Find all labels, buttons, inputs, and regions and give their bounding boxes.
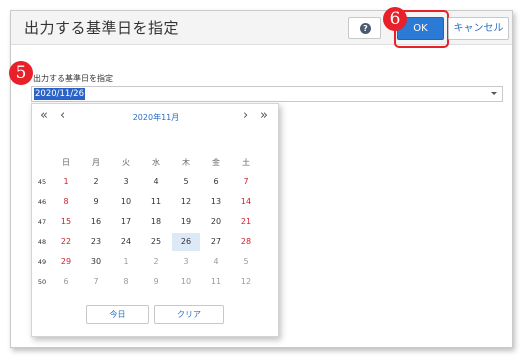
calendar-day[interactable]: 18	[142, 213, 170, 231]
dropdown-arrow-icon[interactable]	[491, 92, 497, 95]
calendar-day[interactable]: 19	[172, 213, 200, 231]
calendar-day[interactable]: 11	[142, 193, 170, 211]
calendar-popup: « ‹ 2020年11月 › » 日月火水木金土 45 1 2 3 4 5 6 7 46 8 9 10 1…	[31, 103, 279, 337]
calendar-day[interactable]: 30	[82, 253, 110, 271]
calendar-day[interactable]: 8	[52, 193, 80, 211]
step-badge-6: 6	[383, 7, 407, 31]
weekday-header: 木	[182, 158, 190, 167]
calendar-day[interactable]: 28	[232, 233, 260, 251]
calendar-day[interactable]: 20	[202, 213, 230, 231]
calendar-day[interactable]: 7	[232, 173, 260, 191]
weekday-header: 火	[122, 158, 130, 167]
calendar-day[interactable]: 29	[52, 253, 80, 271]
calendar-day[interactable]: 2	[82, 173, 110, 191]
week-number: 49	[37, 258, 47, 266]
next-year-icon[interactable]: »	[260, 108, 268, 124]
weekday-header: 金	[212, 158, 220, 167]
question-icon: ?	[360, 23, 371, 34]
dialog-header: 出力する基準日を指定 ? OK キャンセル 6	[11, 7, 512, 48]
calendar-day[interactable]: 27	[202, 233, 230, 251]
weekday-header: 月	[92, 158, 100, 167]
calendar-month-title: 2020年11月	[132, 113, 180, 122]
date-field-label: 出力する基準日を指定	[33, 74, 113, 83]
next-month-icon[interactable]: ›	[243, 108, 248, 124]
calendar-day[interactable]: 13	[202, 193, 230, 211]
calendar-day[interactable]: 21	[232, 213, 260, 231]
calendar-day-outside[interactable]: 4	[202, 253, 230, 271]
calendar-day-outside[interactable]: 5	[232, 253, 260, 271]
calendar-day[interactable]: 16	[82, 213, 110, 231]
prev-year-icon[interactable]: «	[40, 108, 48, 124]
date-input[interactable]: 2020/11/26	[31, 86, 503, 102]
calendar-day[interactable]: 23	[82, 233, 110, 251]
calendar-day[interactable]: 6	[202, 173, 230, 191]
date-dialog: 出力する基準日を指定 ? OK キャンセル 6 5 出力する基準日を指定 202…	[9, 7, 513, 348]
weekday-header: 水	[152, 158, 160, 167]
calendar-day[interactable]: 14	[232, 193, 260, 211]
calendar-day[interactable]: 5	[172, 173, 200, 191]
calendar-day[interactable]: 15	[52, 213, 80, 231]
calendar-day[interactable]: 1	[52, 173, 80, 191]
calendar-day-outside[interactable]: 11	[202, 273, 230, 291]
dialog-title: 出力する基準日を指定	[24, 19, 180, 37]
calendar-day-outside[interactable]: 7	[82, 273, 110, 291]
calendar-day[interactable]: 26	[172, 233, 200, 251]
step-badge-5: 5	[9, 61, 33, 85]
calendar-day-outside[interactable]: 3	[172, 253, 200, 271]
calendar-day[interactable]: 22	[52, 233, 80, 251]
help-button[interactable]: ?	[348, 17, 381, 39]
week-number: 46	[37, 198, 47, 206]
date-input-value: 2020/11/26	[34, 88, 85, 100]
calendar-day[interactable]: 17	[112, 213, 140, 231]
weekday-header: 日	[62, 158, 70, 167]
calendar-day[interactable]: 25	[142, 233, 170, 251]
calendar-day[interactable]: 4	[142, 173, 170, 191]
calendar-day[interactable]: 24	[112, 233, 140, 251]
calendar-day-outside[interactable]: 6	[52, 273, 80, 291]
calendar-day-outside[interactable]: 1	[112, 253, 140, 271]
cancel-button[interactable]: キャンセル	[448, 17, 509, 40]
calendar-day-outside[interactable]: 2	[142, 253, 170, 271]
week-number: 48	[37, 238, 47, 246]
prev-month-icon[interactable]: ‹	[60, 108, 65, 124]
week-number: 47	[37, 218, 47, 226]
week-number: 50	[37, 278, 47, 286]
calendar-day-outside[interactable]: 10	[172, 273, 200, 291]
weekday-header: 土	[242, 158, 250, 167]
calendar-day[interactable]: 9	[82, 193, 110, 211]
calendar-day[interactable]: 12	[172, 193, 200, 211]
calendar-day[interactable]: 3	[112, 173, 140, 191]
calendar-day-outside[interactable]: 8	[112, 273, 140, 291]
calendar-day-outside[interactable]: 9	[142, 273, 170, 291]
calendar-day-outside[interactable]: 12	[232, 273, 260, 291]
clear-button[interactable]: クリア	[154, 305, 224, 324]
calendar-day[interactable]: 10	[112, 193, 140, 211]
week-number: 45	[37, 178, 47, 186]
today-button[interactable]: 今日	[86, 305, 149, 324]
